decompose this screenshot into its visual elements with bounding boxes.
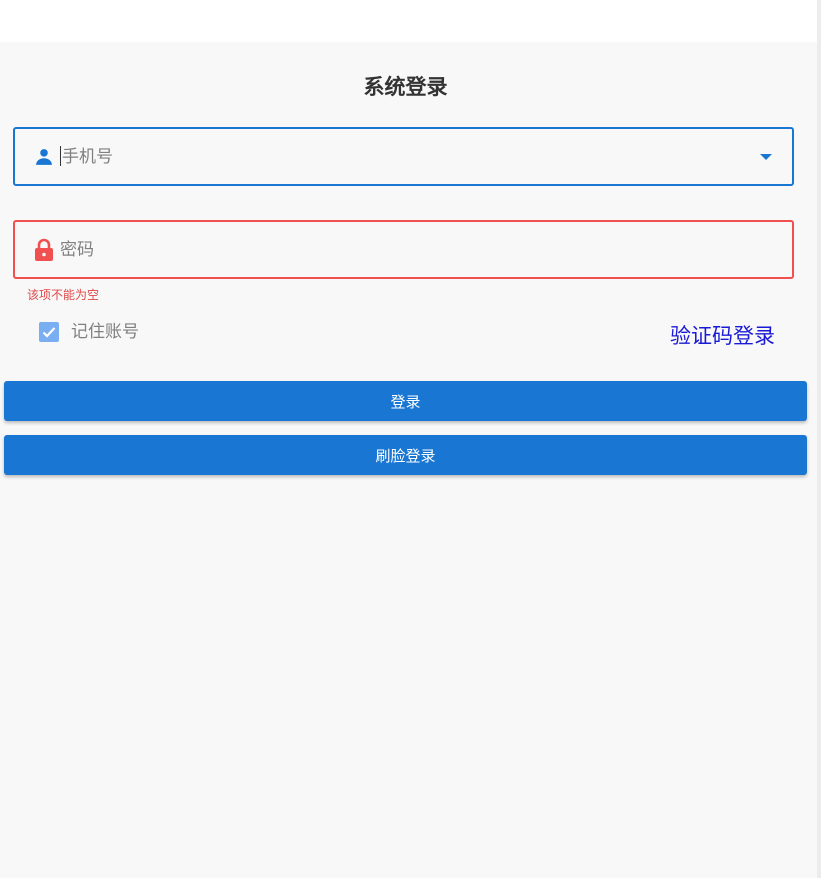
password-input[interactable]: 密码 [60,239,94,261]
page-title: 系统登录 [363,75,448,99]
remember-account-checkbox[interactable]: 记住账号 [39,321,139,343]
person-icon [33,145,55,169]
face-login-button[interactable]: 刷脸登录 [4,435,807,475]
checkbox-checked-icon[interactable] [39,322,59,342]
sms-code-login-link[interactable]: 验证码登录 [670,322,775,350]
remember-account-label: 记住账号 [71,322,139,342]
login-button[interactable]: 登录 [4,381,807,421]
top-bar [0,0,817,42]
phone-placeholder: 手机号 [62,146,113,167]
password-error-message: 该项不能为空 [27,288,100,302]
phone-field[interactable]: 手机号 [13,127,794,186]
dropdown-arrow-icon[interactable] [760,153,772,160]
password-field[interactable]: 密码 [13,220,794,279]
text-cursor [60,145,61,166]
phone-input[interactable]: 手机号 [60,145,113,168]
lock-icon [33,238,55,262]
scrollbar-track[interactable] [817,0,821,878]
